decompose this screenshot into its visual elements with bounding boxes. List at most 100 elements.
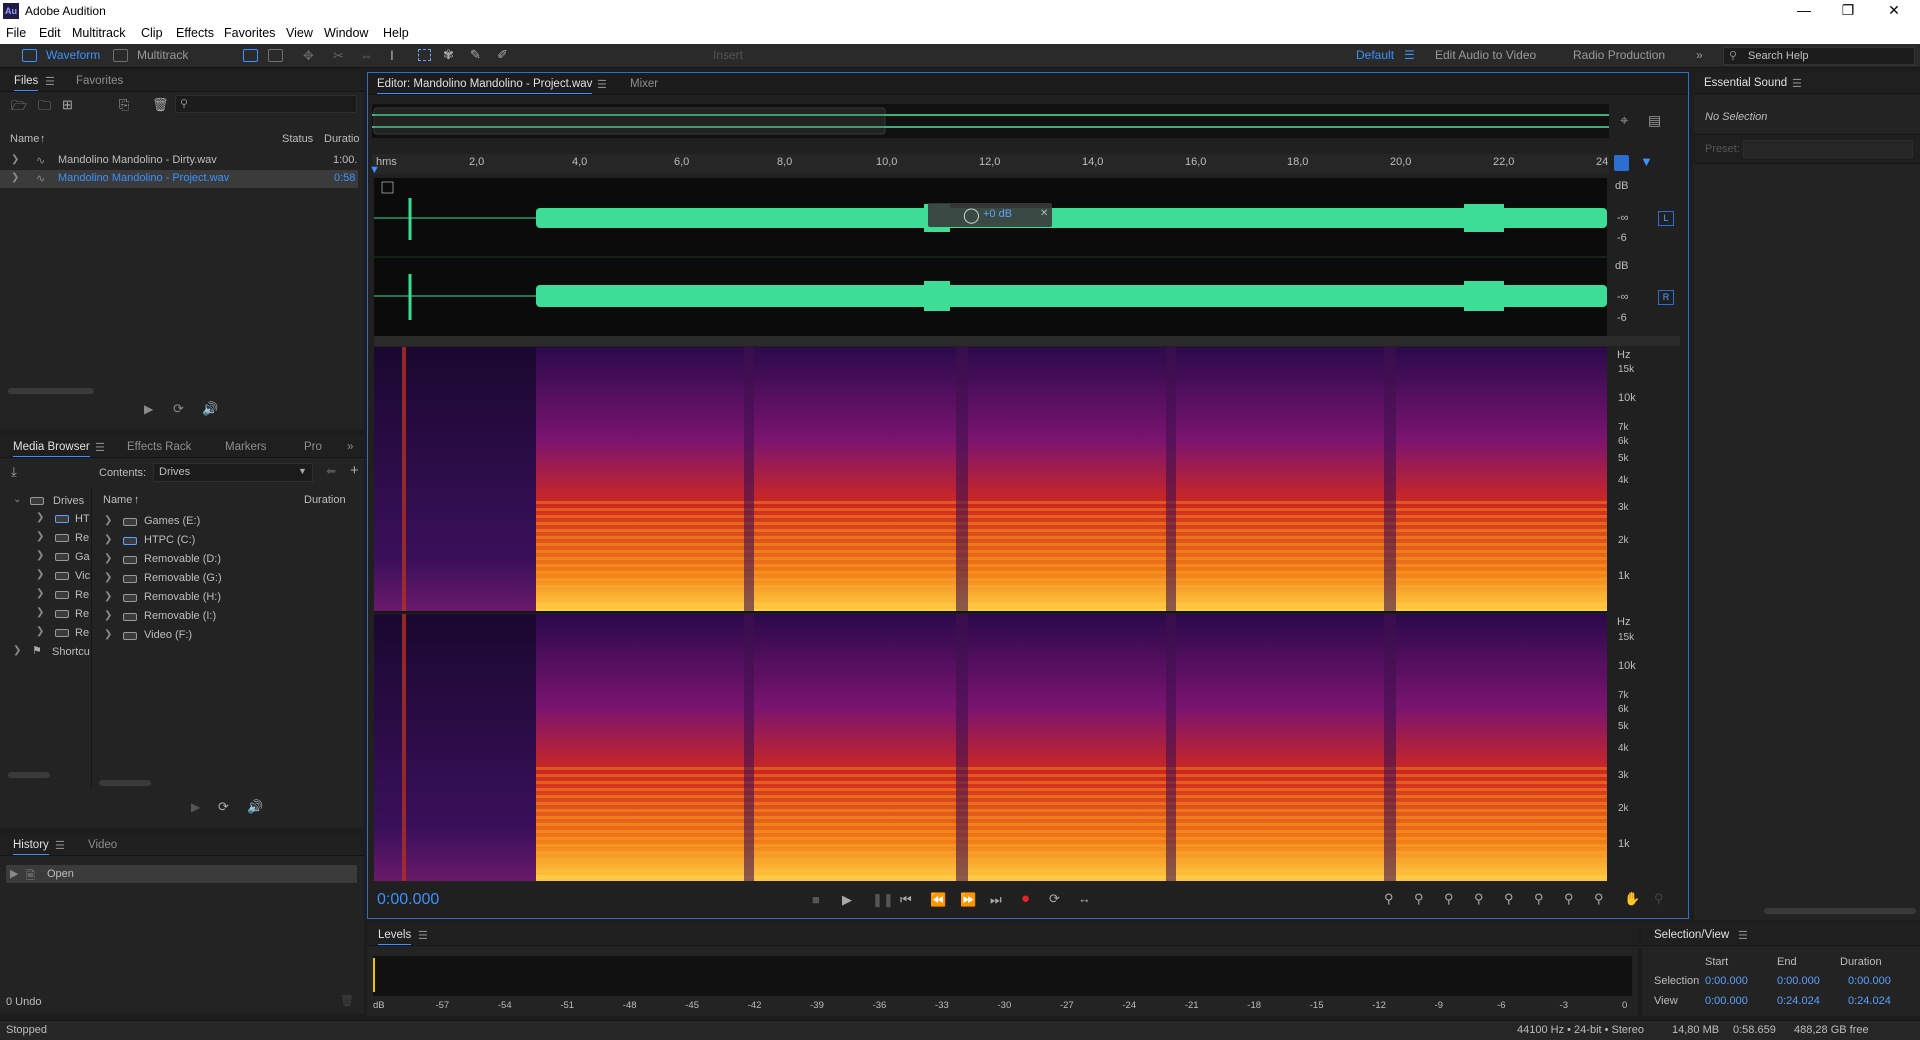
view-start[interactable]: 0:00.000	[1705, 995, 1748, 1007]
zoom-extra-icon[interactable]: ⚲	[1654, 891, 1664, 907]
hud-pin-icon[interactable]: ✕	[1040, 208, 1048, 219]
loop-preview-icon[interactable]: ⟳	[173, 401, 184, 417]
levels-menu-icon[interactable]: ☰	[418, 929, 428, 942]
menu-window[interactable]: Window	[324, 26, 368, 40]
brush-tool-icon[interactable]: ✎	[470, 47, 481, 63]
more-workspaces-icon[interactable]: »	[1696, 46, 1703, 65]
zoom-in-time-icon[interactable]: ⚲	[1444, 891, 1454, 907]
minimize-icon[interactable]: —	[1794, 2, 1814, 20]
contents-dropdown[interactable]: Drives ▼	[153, 463, 313, 482]
tab-properties[interactable]: Pro	[304, 441, 322, 453]
column-name[interactable]: Name	[10, 133, 39, 145]
tree-item[interactable]: Re	[75, 589, 89, 601]
expand-chevron-icon[interactable]: ❯	[36, 626, 44, 637]
time-ruler[interactable]: hms 2,0 4,0 6,0 8,0 10,0 12,0 14,0 16,0 …	[372, 154, 1609, 174]
expand-chevron-icon[interactable]: ❯	[104, 553, 112, 564]
play-preview-icon[interactable]: ▶	[191, 800, 200, 814]
pause-icon[interactable]: ❚❚	[872, 892, 894, 908]
essential-sound-menu-icon[interactable]: ☰	[1792, 77, 1802, 90]
channel-left-toggle[interactable]: L	[1658, 211, 1674, 226]
razor-tool-icon[interactable]: ✂	[333, 48, 344, 64]
workspace-default[interactable]: Default	[1356, 46, 1394, 65]
tree-item-drives[interactable]: Drives	[53, 495, 84, 507]
list-item[interactable]: ❯ Removable (H:)	[99, 588, 354, 607]
tree-item[interactable]: Re	[75, 608, 89, 620]
multitrack-button[interactable]: Multitrack	[137, 46, 188, 65]
tab-mixer[interactable]: Mixer	[630, 78, 658, 90]
add-shortcut-icon[interactable]: +	[350, 462, 359, 479]
expand-chevron-icon[interactable]: ❯	[13, 645, 21, 656]
column-name[interactable]: Name	[103, 494, 132, 506]
menu-file[interactable]: File	[6, 26, 26, 40]
spectral-display-icon[interactable]	[243, 49, 258, 62]
tab-files[interactable]: Files	[14, 75, 39, 91]
tab-levels[interactable]: Levels	[378, 929, 412, 945]
zoom-reset-icon[interactable]: ✋	[1624, 891, 1640, 907]
file-row-selected[interactable]: ❯ ∿ Mandolino Mandolino - Project.wav 0:…	[0, 170, 358, 188]
expand-chevron-icon[interactable]: ❯	[36, 512, 44, 523]
tab-effects-rack[interactable]: Effects Rack	[127, 441, 191, 453]
expand-chevron-icon[interactable]: ❯	[104, 534, 112, 545]
import-media-icon[interactable]: ⤓	[11, 464, 17, 480]
expand-chevron-icon[interactable]: ❯	[36, 531, 44, 542]
import-file-icon[interactable]: 🗀	[38, 97, 51, 119]
new-file-icon[interactable]: ⊞	[62, 97, 73, 113]
selection-end[interactable]: 0:00.000	[1777, 975, 1820, 987]
spot-healing-tool-icon[interactable]: ✐	[497, 47, 508, 63]
skip-selection-icon[interactable]: ↔	[1078, 891, 1091, 906]
list-item[interactable]: ❯ Removable (I:)	[99, 607, 354, 626]
tree-item-shortcuts[interactable]: Shortcu	[52, 646, 90, 658]
expand-chevron-icon[interactable]: ❯	[104, 515, 112, 526]
tab-media-browser[interactable]: Media Browser	[13, 441, 90, 457]
next-icon[interactable]: ⏭	[990, 892, 1002, 908]
collapse-chevron-icon[interactable]: ⌄	[13, 494, 21, 505]
tab-history[interactable]: History	[13, 839, 49, 855]
zoom-out-point-icon[interactable]: ⚲	[1564, 891, 1574, 907]
marker-icon[interactable]: ▼	[1640, 154, 1653, 169]
menu-favorites[interactable]: Favorites	[224, 26, 275, 40]
view-end[interactable]: 0:24.024	[1777, 995, 1820, 1007]
workspace-menu-icon[interactable]: ☰	[1404, 46, 1415, 65]
zoom-selection-icon[interactable]: ⚲	[1594, 891, 1604, 907]
delete-file-icon[interactable]: 🗑	[152, 97, 169, 113]
editor-menu-icon[interactable]: ☰	[597, 78, 607, 91]
back-arrow-icon[interactable]: ⬅	[326, 464, 336, 478]
search-help-field[interactable]: ⚲ Search Help	[1723, 47, 1915, 65]
list-item[interactable]: ❯ Removable (D:)	[99, 550, 354, 569]
lasso-tool-icon[interactable]: ✾	[443, 47, 454, 63]
spectral-display[interactable]	[374, 347, 1607, 881]
move-tool-icon[interactable]: ✥	[303, 48, 314, 64]
tree-item[interactable]: HT	[75, 513, 90, 525]
slip-tool-icon[interactable]: ⇔	[360, 48, 373, 63]
tree-hscrollbar[interactable]	[8, 772, 50, 778]
expand-chevron-icon[interactable]: ❯	[104, 572, 112, 583]
close-icon[interactable]: ✕	[1884, 2, 1904, 20]
view-options-icon[interactable]: ▤	[1648, 112, 1661, 129]
expand-chevron-icon[interactable]: ❯	[36, 607, 44, 618]
fast-forward-icon[interactable]: ⏩	[960, 892, 976, 908]
zoom-out-full-icon[interactable]: ⚲	[1504, 891, 1514, 907]
open-file-icon[interactable]: 🗁	[11, 97, 27, 119]
tree-item[interactable]: Ga	[75, 551, 90, 563]
previous-icon[interactable]: ⏮	[900, 892, 912, 908]
history-menu-icon[interactable]: ☰	[55, 839, 65, 852]
list-item[interactable]: ❯ Video (F:)	[99, 626, 354, 645]
zoom-in-point-icon[interactable]: ⚲	[1534, 891, 1544, 907]
time-selection-tool-icon[interactable]: I	[390, 47, 394, 63]
current-time[interactable]: 0:00.000	[377, 891, 439, 909]
expand-chevron-icon[interactable]: ❯	[104, 610, 112, 621]
expand-chevron-icon[interactable]: ❯	[104, 629, 112, 640]
menu-effects[interactable]: Effects	[176, 26, 214, 40]
column-status[interactable]: Status	[282, 133, 313, 145]
essential-hscrollbar[interactable]	[1764, 908, 1916, 914]
column-duration[interactable]: Duration	[304, 494, 346, 506]
rewind-icon[interactable]: ⏪	[930, 892, 946, 908]
menu-edit[interactable]: Edit	[39, 26, 61, 40]
menu-view[interactable]: View	[286, 26, 313, 40]
insert-into-multitrack-icon[interactable]: ⎘	[119, 97, 129, 113]
loop-preview-icon[interactable]: ⟳	[218, 799, 229, 815]
menu-multitrack[interactable]: Multitrack	[72, 26, 125, 40]
tree-item[interactable]: Re	[75, 532, 89, 544]
snap-icon[interactable]	[1614, 155, 1629, 171]
record-icon[interactable]: ●	[1021, 890, 1030, 907]
